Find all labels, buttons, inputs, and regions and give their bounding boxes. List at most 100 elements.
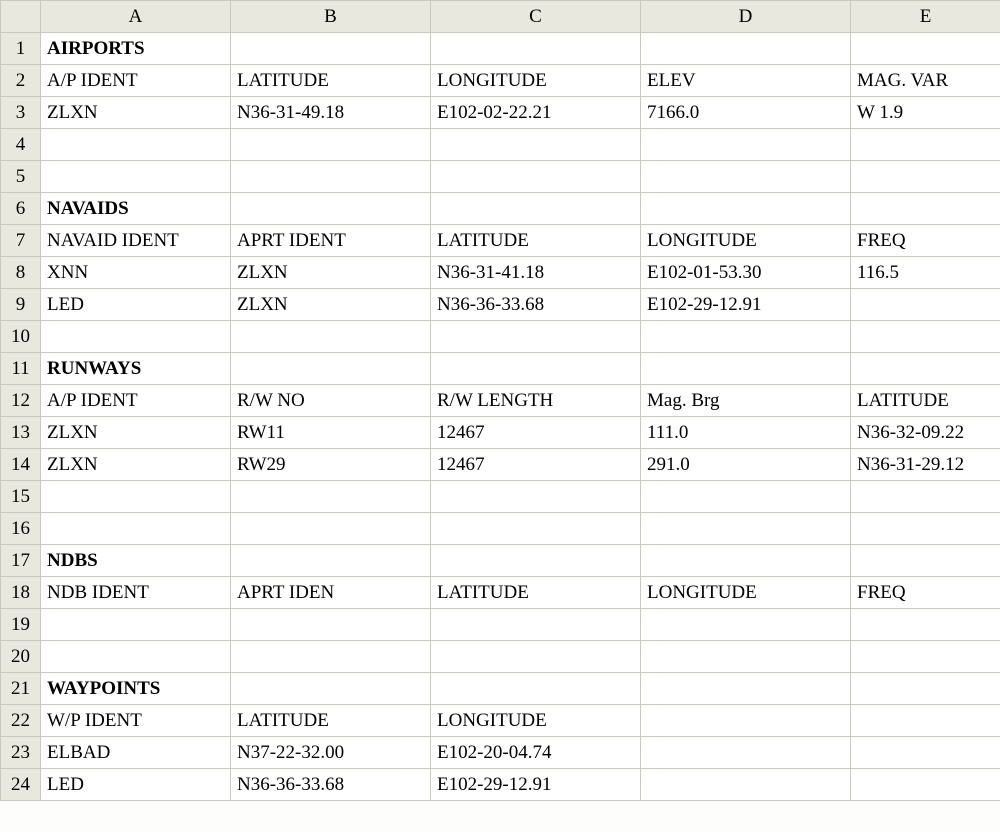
cell-E16[interactable]	[851, 513, 1000, 545]
cell-D1[interactable]	[641, 33, 851, 65]
cell-B19[interactable]	[231, 609, 431, 641]
cell-E14[interactable]: N36-31-29.12	[851, 449, 1000, 481]
cell-E13[interactable]: N36-32-09.22	[851, 417, 1000, 449]
row-header[interactable]: 18	[1, 577, 41, 609]
row-header[interactable]: 6	[1, 193, 41, 225]
cell-E1[interactable]	[851, 33, 1000, 65]
cell-C21[interactable]	[431, 673, 641, 705]
row-header[interactable]: 12	[1, 385, 41, 417]
cell-D3[interactable]: 7166.0	[641, 97, 851, 129]
cell-C12[interactable]: R/W LENGTH	[431, 385, 641, 417]
row-header[interactable]: 3	[1, 97, 41, 129]
cell-C8[interactable]: N36-31-41.18	[431, 257, 641, 289]
cell-E4[interactable]	[851, 129, 1000, 161]
cell-A4[interactable]	[41, 129, 231, 161]
cell-A11[interactable]: RUNWAYS	[41, 353, 231, 385]
cell-C16[interactable]	[431, 513, 641, 545]
cell-C18[interactable]: LATITUDE	[431, 577, 641, 609]
cell-D13[interactable]: 111.0	[641, 417, 851, 449]
cell-D8[interactable]: E102-01-53.30	[641, 257, 851, 289]
cell-C10[interactable]	[431, 321, 641, 353]
column-header-c[interactable]: C	[431, 1, 641, 33]
row-header[interactable]: 2	[1, 65, 41, 97]
cell-A18[interactable]: NDB IDENT	[41, 577, 231, 609]
cell-B17[interactable]	[231, 545, 431, 577]
cell-A6[interactable]: NAVAIDS	[41, 193, 231, 225]
row-header[interactable]: 5	[1, 161, 41, 193]
cell-D4[interactable]	[641, 129, 851, 161]
cell-E2[interactable]: MAG. VAR	[851, 65, 1000, 97]
cell-A17[interactable]: NDBS	[41, 545, 231, 577]
cell-C13[interactable]: 12467	[431, 417, 641, 449]
row-header[interactable]: 8	[1, 257, 41, 289]
row-header[interactable]: 11	[1, 353, 41, 385]
cell-C5[interactable]	[431, 161, 641, 193]
row-header[interactable]: 21	[1, 673, 41, 705]
cell-D19[interactable]	[641, 609, 851, 641]
cell-B11[interactable]	[231, 353, 431, 385]
cell-B13[interactable]: RW11	[231, 417, 431, 449]
cell-A13[interactable]: ZLXN	[41, 417, 231, 449]
cell-D6[interactable]	[641, 193, 851, 225]
select-all-corner[interactable]	[1, 1, 41, 33]
cell-C2[interactable]: LONGITUDE	[431, 65, 641, 97]
cell-A10[interactable]	[41, 321, 231, 353]
cell-A5[interactable]	[41, 161, 231, 193]
cell-A1[interactable]: AIRPORTS	[41, 33, 231, 65]
row-header[interactable]: 24	[1, 769, 41, 801]
cell-B12[interactable]: R/W NO	[231, 385, 431, 417]
cell-A21[interactable]: WAYPOINTS	[41, 673, 231, 705]
row-header[interactable]: 22	[1, 705, 41, 737]
cell-C22[interactable]: LONGITUDE	[431, 705, 641, 737]
cell-E9[interactable]	[851, 289, 1000, 321]
cell-D23[interactable]	[641, 737, 851, 769]
cell-A24[interactable]: LED	[41, 769, 231, 801]
cell-C9[interactable]: N36-36-33.68	[431, 289, 641, 321]
cell-C20[interactable]	[431, 641, 641, 673]
cell-D22[interactable]	[641, 705, 851, 737]
cell-C17[interactable]	[431, 545, 641, 577]
cell-C19[interactable]	[431, 609, 641, 641]
cell-E15[interactable]	[851, 481, 1000, 513]
cell-B18[interactable]: APRT IDEN	[231, 577, 431, 609]
cell-E20[interactable]	[851, 641, 1000, 673]
cell-D14[interactable]: 291.0	[641, 449, 851, 481]
cell-B21[interactable]	[231, 673, 431, 705]
row-header[interactable]: 23	[1, 737, 41, 769]
cell-A7[interactable]: NAVAID IDENT	[41, 225, 231, 257]
cell-E8[interactable]: 116.5	[851, 257, 1000, 289]
cell-C7[interactable]: LATITUDE	[431, 225, 641, 257]
cell-D20[interactable]	[641, 641, 851, 673]
row-header[interactable]: 16	[1, 513, 41, 545]
row-header[interactable]: 15	[1, 481, 41, 513]
cell-B1[interactable]	[231, 33, 431, 65]
cell-D9[interactable]: E102-29-12.91	[641, 289, 851, 321]
cell-A16[interactable]	[41, 513, 231, 545]
column-header-e[interactable]: E	[851, 1, 1000, 33]
cell-E6[interactable]	[851, 193, 1000, 225]
cell-E22[interactable]	[851, 705, 1000, 737]
cell-E18[interactable]: FREQ	[851, 577, 1000, 609]
row-header[interactable]: 7	[1, 225, 41, 257]
row-header[interactable]: 17	[1, 545, 41, 577]
cell-C1[interactable]	[431, 33, 641, 65]
cell-B6[interactable]	[231, 193, 431, 225]
row-header[interactable]: 4	[1, 129, 41, 161]
cell-B9[interactable]: ZLXN	[231, 289, 431, 321]
cell-E7[interactable]: FREQ	[851, 225, 1000, 257]
cell-A20[interactable]	[41, 641, 231, 673]
cell-A14[interactable]: ZLXN	[41, 449, 231, 481]
cell-A8[interactable]: XNN	[41, 257, 231, 289]
cell-E3[interactable]: W 1.9	[851, 97, 1000, 129]
cell-B7[interactable]: APRT IDENT	[231, 225, 431, 257]
cell-A3[interactable]: ZLXN	[41, 97, 231, 129]
cell-B2[interactable]: LATITUDE	[231, 65, 431, 97]
cell-C6[interactable]	[431, 193, 641, 225]
cell-A22[interactable]: W/P IDENT	[41, 705, 231, 737]
cell-B5[interactable]	[231, 161, 431, 193]
cell-A19[interactable]	[41, 609, 231, 641]
cell-B22[interactable]: LATITUDE	[231, 705, 431, 737]
cell-A15[interactable]	[41, 481, 231, 513]
row-header[interactable]: 10	[1, 321, 41, 353]
cell-C15[interactable]	[431, 481, 641, 513]
